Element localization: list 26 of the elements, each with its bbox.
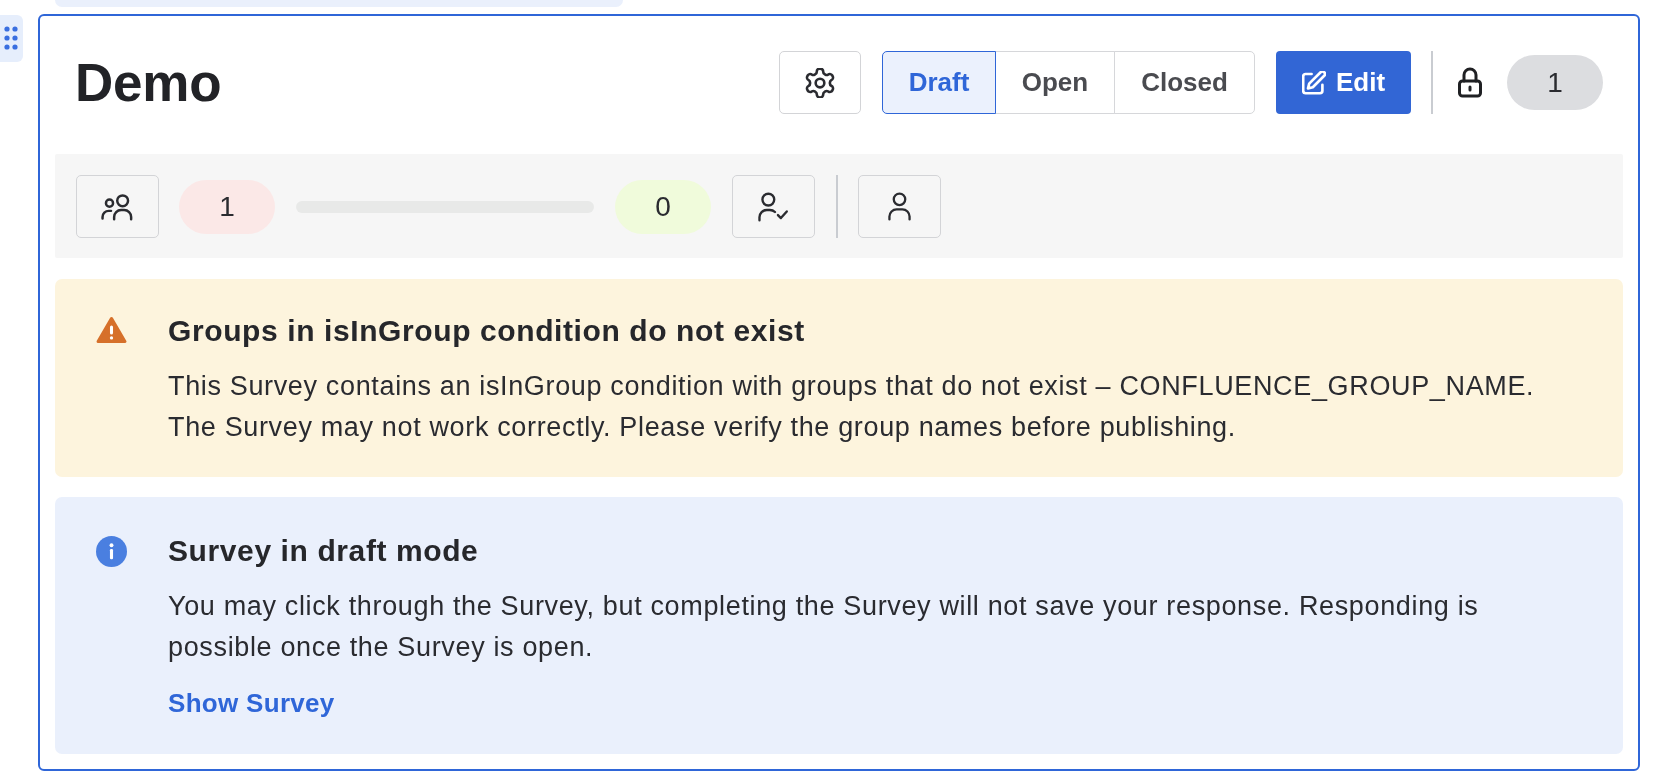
alert-text: You may click through the Survey, but completing the Survey will not save your response. Responding is possible once the Survey is open. bbox=[168, 590, 1480, 664]
status-tab[interactable]: Closed bbox=[1114, 51, 1255, 114]
alert-text: This Survey contains an isInGroup condition with groups that do not exist – CONFLUENCE_GROUP_NAME. The Survey may not work correctly. Please verify the group names before publishing. bbox=[168, 370, 1536, 444]
users-icon bbox=[100, 192, 135, 221]
count-badge: 1 bbox=[179, 179, 275, 234]
survey-title: Demo bbox=[75, 52, 222, 114]
show-survey-link[interactable]: Show Survey bbox=[168, 686, 335, 720]
count-badge: 1 bbox=[1507, 55, 1603, 110]
participants-button[interactable] bbox=[76, 175, 159, 238]
alert-title: Groups in isInGroup condition do not exist bbox=[168, 314, 805, 348]
drag-handle-icon[interactable] bbox=[0, 15, 23, 62]
edit-button[interactable]: Edit bbox=[1276, 51, 1411, 114]
count-badge: 0 bbox=[615, 179, 711, 234]
edit-icon bbox=[1301, 70, 1326, 95]
status-tab[interactable]: Open bbox=[994, 51, 1116, 114]
warning-icon bbox=[96, 316, 127, 344]
info-icon bbox=[96, 536, 127, 567]
user-icon bbox=[888, 192, 911, 221]
settings-icon bbox=[805, 67, 835, 98]
completed-users-button[interactable] bbox=[732, 175, 815, 238]
user-button[interactable] bbox=[858, 175, 941, 238]
user-check-icon bbox=[758, 191, 789, 222]
settings-button[interactable] bbox=[779, 51, 861, 114]
status-tab[interactable]: Draft bbox=[882, 51, 996, 114]
alert-title: Survey in draft mode bbox=[168, 534, 479, 568]
lock-icon[interactable] bbox=[1458, 67, 1482, 98]
